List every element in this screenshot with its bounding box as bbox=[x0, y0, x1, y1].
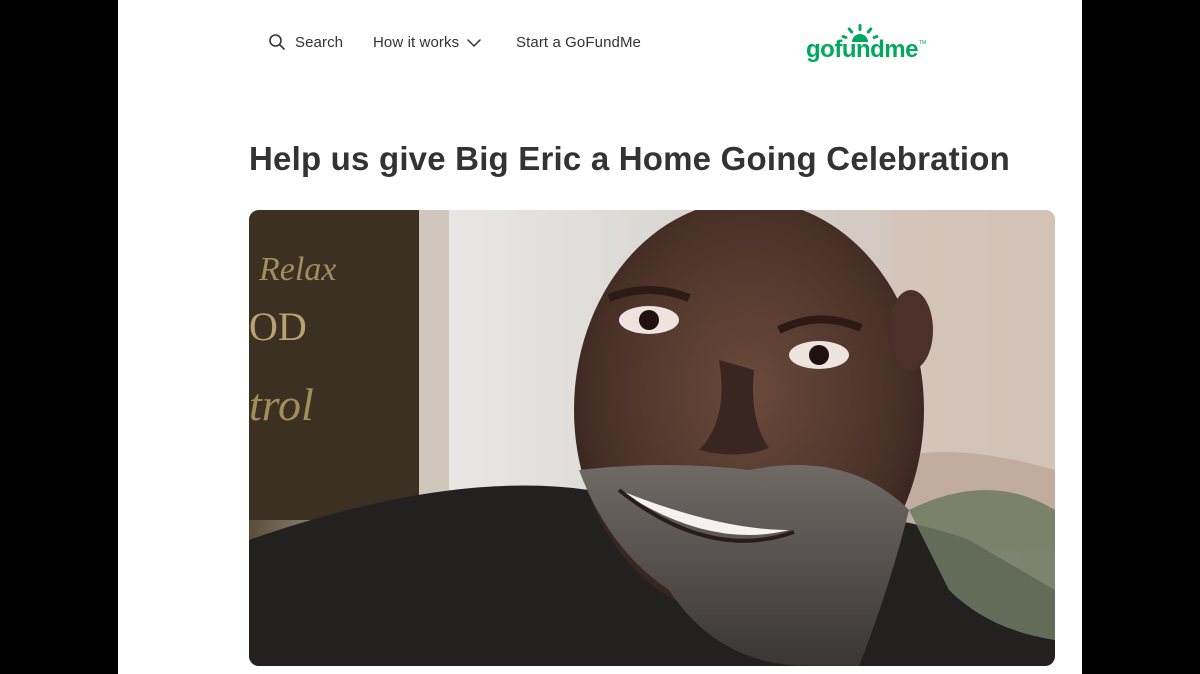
search-button[interactable]: Search bbox=[268, 33, 343, 51]
svg-text:Relax: Relax bbox=[258, 251, 336, 288]
svg-text:trol: trol bbox=[249, 379, 314, 430]
campaign-title: Help us give Big Eric a Home Going Celeb… bbox=[249, 140, 1011, 177]
how-it-works-label: How it works bbox=[373, 34, 460, 51]
campaign-photo-image: Relax OD trol bbox=[249, 210, 1055, 666]
svg-text:OD: OD bbox=[249, 304, 307, 349]
chevron-down-icon bbox=[467, 36, 481, 50]
page: Search How it works Start a GoFundMe gof… bbox=[118, 0, 1082, 674]
search-icon bbox=[268, 33, 286, 51]
logo-wordmark: gofundme bbox=[806, 36, 918, 63]
campaign-photo[interactable]: Relax OD trol bbox=[249, 210, 1055, 666]
gofundme-logo[interactable]: gofundme TM bbox=[806, 22, 926, 66]
how-it-works-menu[interactable]: How it works bbox=[373, 34, 481, 51]
start-gofundme-link[interactable]: Start a GoFundMe bbox=[516, 34, 641, 52]
search-label: Search bbox=[295, 33, 344, 51]
logo-trademark: TM bbox=[919, 40, 927, 46]
start-gofundme-label: Start a GoFundMe bbox=[516, 34, 641, 51]
top-navigation: Search How it works Start a GoFundMe gof… bbox=[118, 0, 1082, 88]
